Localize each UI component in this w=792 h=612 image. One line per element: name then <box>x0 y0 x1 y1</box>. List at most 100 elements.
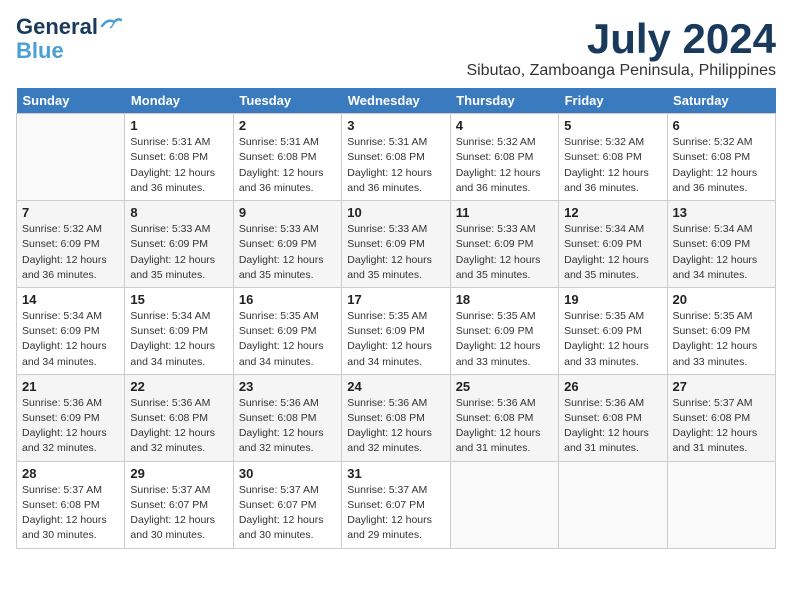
day-number: 21 <box>22 379 119 394</box>
day-number: 1 <box>130 118 227 133</box>
day-info: Sunrise: 5:36 AMSunset: 6:09 PMDaylight:… <box>22 396 119 457</box>
day-info: Sunrise: 5:35 AMSunset: 6:09 PMDaylight:… <box>347 309 444 370</box>
table-cell: 5 Sunrise: 5:32 AMSunset: 6:08 PMDaylight… <box>559 114 667 201</box>
table-cell <box>17 114 125 201</box>
table-cell: 17 Sunrise: 5:35 AMSunset: 6:09 PMDayligh… <box>342 287 450 374</box>
day-info: Sunrise: 5:31 AMSunset: 6:08 PMDaylight:… <box>130 135 227 196</box>
calendar-table: SundayMondayTuesdayWednesdayThursdayFrid… <box>16 88 776 548</box>
day-number: 5 <box>564 118 661 133</box>
table-cell: 28 Sunrise: 5:37 AMSunset: 6:08 PMDayligh… <box>17 461 125 548</box>
day-number: 13 <box>673 205 770 220</box>
table-cell: 6 Sunrise: 5:32 AMSunset: 6:08 PMDaylight… <box>667 114 775 201</box>
week-row-3: 14 Sunrise: 5:34 AMSunset: 6:09 PMDayligh… <box>17 287 776 374</box>
weekday-header-wednesday: Wednesday <box>342 88 450 114</box>
day-number: 3 <box>347 118 444 133</box>
day-info: Sunrise: 5:36 AMSunset: 6:08 PMDaylight:… <box>564 396 661 457</box>
day-info: Sunrise: 5:34 AMSunset: 6:09 PMDaylight:… <box>564 222 661 283</box>
weekday-header-thursday: Thursday <box>450 88 558 114</box>
day-info: Sunrise: 5:36 AMSunset: 6:08 PMDaylight:… <box>347 396 444 457</box>
weekday-header-row: SundayMondayTuesdayWednesdayThursdayFrid… <box>17 88 776 114</box>
month-title: July 2024 <box>466 16 776 62</box>
table-cell: 18 Sunrise: 5:35 AMSunset: 6:09 PMDayligh… <box>450 287 558 374</box>
day-info: Sunrise: 5:34 AMSunset: 6:09 PMDaylight:… <box>22 309 119 370</box>
day-number: 29 <box>130 466 227 481</box>
day-info: Sunrise: 5:33 AMSunset: 6:09 PMDaylight:… <box>347 222 444 283</box>
day-number: 4 <box>456 118 553 133</box>
table-cell: 7 Sunrise: 5:32 AMSunset: 6:09 PMDaylight… <box>17 201 125 288</box>
weekday-header-sunday: Sunday <box>17 88 125 114</box>
day-info: Sunrise: 5:36 AMSunset: 6:08 PMDaylight:… <box>456 396 553 457</box>
day-number: 6 <box>673 118 770 133</box>
day-info: Sunrise: 5:35 AMSunset: 6:09 PMDaylight:… <box>239 309 336 370</box>
table-cell: 22 Sunrise: 5:36 AMSunset: 6:08 PMDayligh… <box>125 374 233 461</box>
day-number: 18 <box>456 292 553 307</box>
day-number: 16 <box>239 292 336 307</box>
table-cell <box>559 461 667 548</box>
table-cell: 29 Sunrise: 5:37 AMSunset: 6:07 PMDayligh… <box>125 461 233 548</box>
day-info: Sunrise: 5:31 AMSunset: 6:08 PMDaylight:… <box>347 135 444 196</box>
day-info: Sunrise: 5:37 AMSunset: 6:08 PMDaylight:… <box>22 483 119 544</box>
day-number: 7 <box>22 205 119 220</box>
page-header: General Blue July 2024 Sibutao, Zamboang… <box>16 16 776 80</box>
day-info: Sunrise: 5:35 AMSunset: 6:09 PMDaylight:… <box>564 309 661 370</box>
table-cell: 9Sunrise: 5:33 AMSunset: 6:09 PMDaylight… <box>233 201 341 288</box>
table-cell: 14 Sunrise: 5:34 AMSunset: 6:09 PMDayligh… <box>17 287 125 374</box>
day-info: Sunrise: 5:35 AMSunset: 6:09 PMDaylight:… <box>673 309 770 370</box>
day-info: Sunrise: 5:37 AMSunset: 6:07 PMDaylight:… <box>130 483 227 544</box>
day-info: Sunrise: 5:33 AMSunset: 6:09 PMDaylight:… <box>456 222 553 283</box>
day-number: 8 <box>130 205 227 220</box>
table-cell: 31 Sunrise: 5:37 AMSunset: 6:07 PMDayligh… <box>342 461 450 548</box>
logo-blue: Blue <box>16 38 64 64</box>
day-info: Sunrise: 5:32 AMSunset: 6:08 PMDaylight:… <box>564 135 661 196</box>
weekday-header-monday: Monday <box>125 88 233 114</box>
day-number: 14 <box>22 292 119 307</box>
logo: General Blue <box>16 16 122 64</box>
day-info: Sunrise: 5:36 AMSunset: 6:08 PMDaylight:… <box>130 396 227 457</box>
table-cell: 24Sunrise: 5:36 AMSunset: 6:08 PMDayligh… <box>342 374 450 461</box>
day-info: Sunrise: 5:34 AMSunset: 6:09 PMDaylight:… <box>673 222 770 283</box>
day-info: Sunrise: 5:33 AMSunset: 6:09 PMDaylight:… <box>130 222 227 283</box>
table-cell: 25 Sunrise: 5:36 AMSunset: 6:08 PMDayligh… <box>450 374 558 461</box>
table-cell: 19Sunrise: 5:35 AMSunset: 6:09 PMDayligh… <box>559 287 667 374</box>
weekday-header-saturday: Saturday <box>667 88 775 114</box>
day-number: 10 <box>347 205 444 220</box>
table-cell: 21 Sunrise: 5:36 AMSunset: 6:09 PMDayligh… <box>17 374 125 461</box>
table-cell: 15Sunrise: 5:34 AMSunset: 6:09 PMDayligh… <box>125 287 233 374</box>
table-cell: 11 Sunrise: 5:33 AMSunset: 6:09 PMDayligh… <box>450 201 558 288</box>
day-info: Sunrise: 5:32 AMSunset: 6:09 PMDaylight:… <box>22 222 119 283</box>
day-info: Sunrise: 5:32 AMSunset: 6:08 PMDaylight:… <box>673 135 770 196</box>
table-cell: 16 Sunrise: 5:35 AMSunset: 6:09 PMDayligh… <box>233 287 341 374</box>
location-title: Sibutao, Zamboanga Peninsula, Philippine… <box>466 62 776 80</box>
weekday-header-tuesday: Tuesday <box>233 88 341 114</box>
table-cell <box>450 461 558 548</box>
day-number: 31 <box>347 466 444 481</box>
day-number: 23 <box>239 379 336 394</box>
table-cell: 20 Sunrise: 5:35 AMSunset: 6:09 PMDayligh… <box>667 287 775 374</box>
table-cell: 30Sunrise: 5:37 AMSunset: 6:07 PMDayligh… <box>233 461 341 548</box>
day-number: 2 <box>239 118 336 133</box>
title-area: July 2024 Sibutao, Zamboanga Peninsula, … <box>466 16 776 80</box>
day-number: 25 <box>456 379 553 394</box>
table-cell: 13 Sunrise: 5:34 AMSunset: 6:09 PMDayligh… <box>667 201 775 288</box>
week-row-1: 1 Sunrise: 5:31 AMSunset: 6:08 PMDaylight… <box>17 114 776 201</box>
week-row-4: 21 Sunrise: 5:36 AMSunset: 6:09 PMDayligh… <box>17 374 776 461</box>
day-number: 20 <box>673 292 770 307</box>
day-number: 30 <box>239 466 336 481</box>
table-cell: 12 Sunrise: 5:34 AMSunset: 6:09 PMDayligh… <box>559 201 667 288</box>
day-number: 28 <box>22 466 119 481</box>
day-number: 17 <box>347 292 444 307</box>
day-number: 22 <box>130 379 227 394</box>
day-info: Sunrise: 5:31 AMSunset: 6:08 PMDaylight:… <box>239 135 336 196</box>
day-info: Sunrise: 5:37 AMSunset: 6:07 PMDaylight:… <box>347 483 444 544</box>
table-cell: 2 Sunrise: 5:31 AMSunset: 6:08 PMDaylight… <box>233 114 341 201</box>
day-number: 12 <box>564 205 661 220</box>
logo-general: General <box>16 16 98 38</box>
logo-bird-icon <box>100 16 122 34</box>
day-info: Sunrise: 5:35 AMSunset: 6:09 PMDaylight:… <box>456 309 553 370</box>
table-cell: 27Sunrise: 5:37 AMSunset: 6:08 PMDayligh… <box>667 374 775 461</box>
day-number: 11 <box>456 205 553 220</box>
table-cell: 26Sunrise: 5:36 AMSunset: 6:08 PMDayligh… <box>559 374 667 461</box>
day-number: 15 <box>130 292 227 307</box>
day-info: Sunrise: 5:32 AMSunset: 6:08 PMDaylight:… <box>456 135 553 196</box>
weekday-header-friday: Friday <box>559 88 667 114</box>
